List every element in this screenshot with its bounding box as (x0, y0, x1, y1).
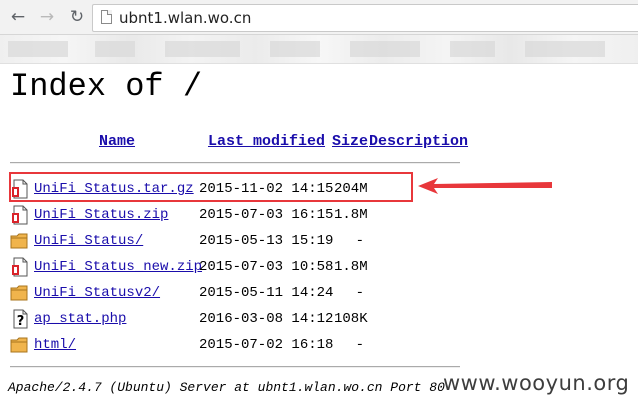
unknown-file-icon: ? (13, 309, 28, 329)
watermark: www.wooyun.org (443, 371, 630, 395)
file-size: 108K (334, 311, 368, 327)
file-link[interactable]: UniFi_Status_new.zip (34, 259, 202, 275)
file-modified: 2015-07-03 16:15 (199, 207, 334, 223)
back-arrow-icon[interactable]: ← (7, 6, 29, 28)
table-row: ? ap_stat.php 2016-03-08 14:12 108K (0, 309, 638, 331)
column-header-last-modified[interactable]: Last modified (208, 133, 325, 150)
address-bar[interactable]: ubnt1.wlan.wo.cn (92, 4, 638, 32)
table-row: UniFi_Status_new.zip 2015-07-03 10:58 1.… (0, 257, 638, 279)
table-row: UniFi_Status.zip 2015-07-03 16:15 1.8M (0, 205, 638, 227)
file-modified: 2016-03-08 14:12 (199, 311, 334, 327)
browser-toolbar: ← → ↻ ubnt1.wlan.wo.cn (0, 0, 638, 35)
column-header-size[interactable]: Size (332, 133, 368, 150)
folder-icon (10, 233, 28, 249)
table-row: UniFi_Status/ 2015-05-13 15:19 - (0, 231, 638, 253)
file-size: - (355, 285, 364, 301)
divider-bottom (10, 366, 460, 368)
file-size: 1.8M (334, 259, 368, 275)
file-modified: 2015-07-03 10:58 (199, 259, 334, 275)
file-link[interactable]: UniFi_Status.zip (34, 207, 168, 223)
reload-icon[interactable]: ↻ (66, 6, 88, 28)
page-icon (101, 10, 112, 24)
file-size: - (355, 337, 364, 353)
column-header-name[interactable]: Name (99, 133, 135, 150)
file-size: - (355, 233, 364, 249)
table-row: UniFi_Statusv2/ 2015-05-11 14:24 - (0, 283, 638, 305)
file-modified: 2015-05-11 14:24 (199, 285, 334, 301)
svg-text:?: ? (17, 314, 25, 329)
page-title: Index of / (10, 68, 203, 105)
archive-file-icon (12, 257, 28, 277)
red-arrow-icon (418, 178, 552, 194)
table-row: html/ 2015-07-02 16:18 - (0, 335, 638, 357)
archive-file-icon (12, 205, 28, 225)
highlight-box (9, 172, 413, 202)
file-link[interactable]: ap_stat.php (34, 311, 126, 327)
server-signature: Apache/2.4.7 (Ubuntu) Server at ubnt1.wl… (8, 380, 445, 395)
file-size: 1.8M (334, 207, 368, 223)
forward-arrow-icon[interactable]: → (36, 6, 58, 28)
folder-icon (10, 337, 28, 353)
divider-top (10, 162, 460, 164)
folder-icon (10, 285, 28, 301)
file-modified: 2015-05-13 15:19 (199, 233, 334, 249)
bookmarks-bar-blurred (0, 35, 638, 64)
file-modified: 2015-07-02 16:18 (199, 337, 334, 353)
folder-link[interactable]: UniFi_Status/ (34, 233, 143, 249)
folder-link[interactable]: html/ (34, 337, 76, 353)
folder-link[interactable]: UniFi_Statusv2/ (34, 285, 160, 301)
column-header-description[interactable]: Description (369, 133, 468, 150)
address-bar-url[interactable]: ubnt1.wlan.wo.cn (119, 9, 251, 27)
